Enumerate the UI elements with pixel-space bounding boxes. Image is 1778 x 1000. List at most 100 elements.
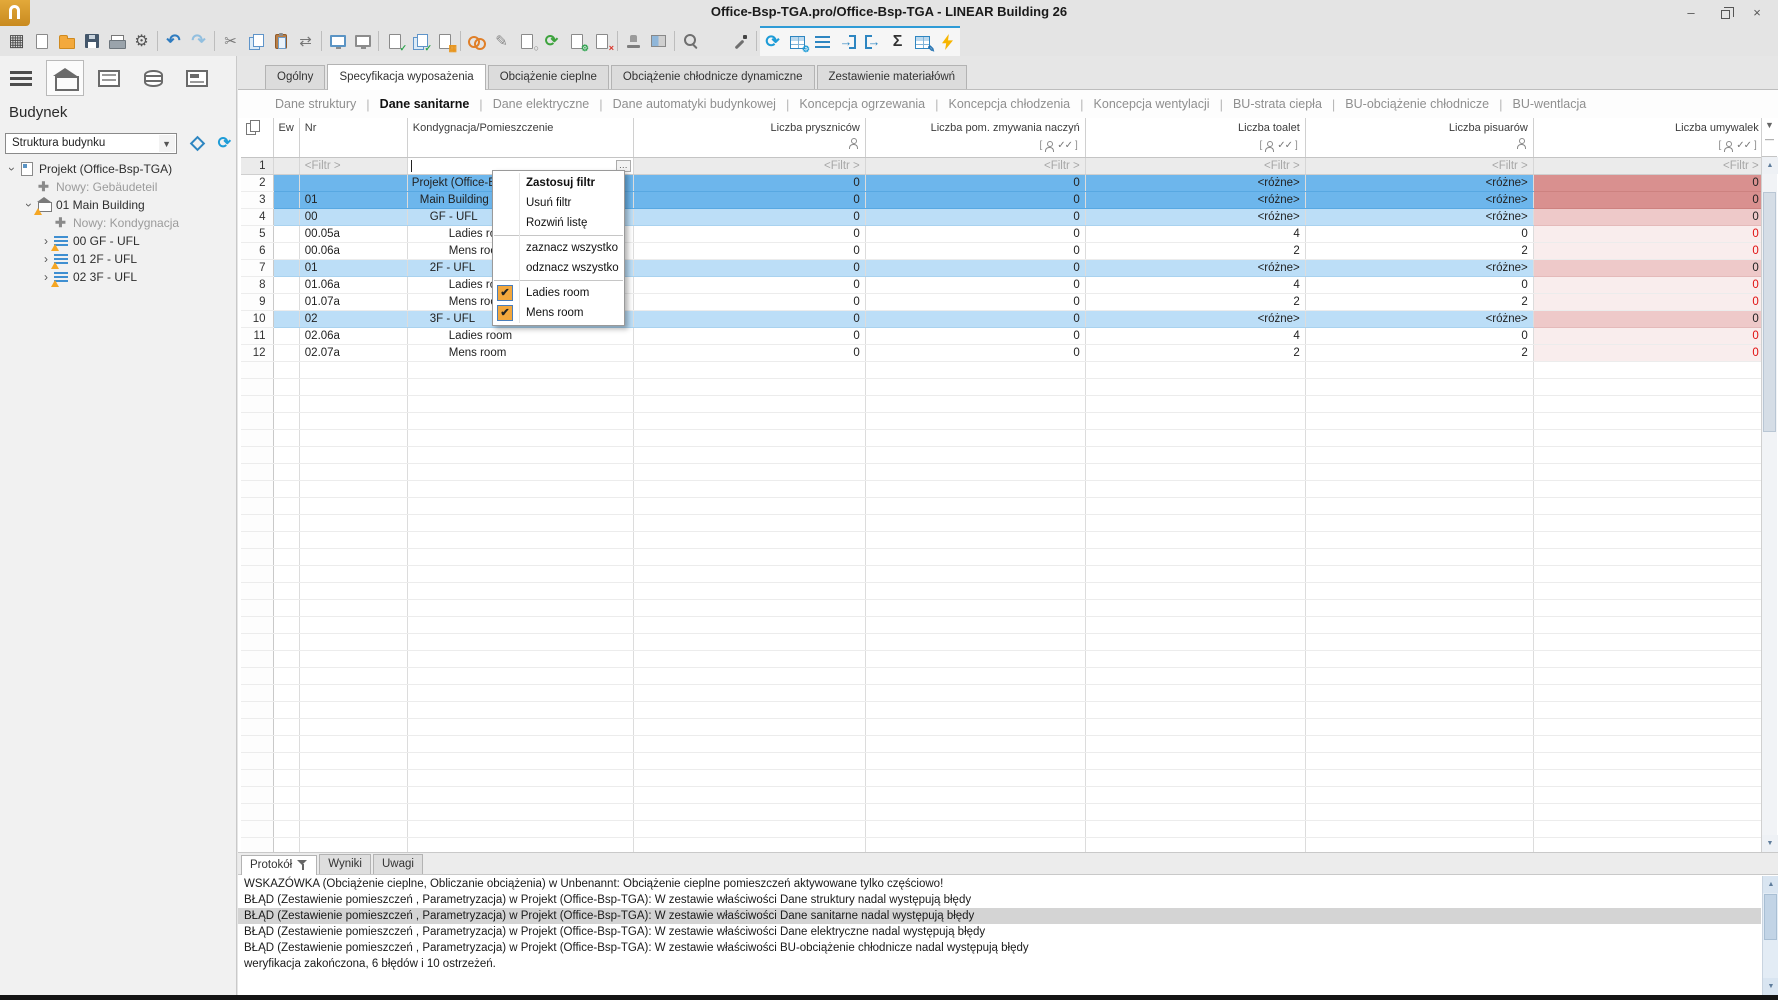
cell-nr[interactable]: 02.07a <box>299 344 408 362</box>
minimize-button[interactable]: – <box>1676 4 1706 22</box>
cell-value[interactable]: <różne> <box>1085 310 1306 328</box>
menu-icon[interactable] <box>2 60 40 96</box>
chevron-down-icon[interactable]: ▼ <box>158 134 175 152</box>
menu-item-odznacz-wszystko[interactable]: odznacz wszystko <box>493 258 624 278</box>
link-icon[interactable] <box>464 28 489 54</box>
log-scrollbar-thumb[interactable] <box>1764 894 1777 940</box>
log-line[interactable]: weryfikacja zakończona, 6 błędów i 10 os… <box>238 956 1761 972</box>
tab-obci-enie-cieplne[interactable]: Obciążenie cieplne <box>487 65 609 89</box>
grid-scrollbar[interactable]: ▼ — ▲ ▼ <box>1761 118 1778 852</box>
cell-ew[interactable] <box>273 174 300 192</box>
refresh-data-icon[interactable]: ⟳ <box>760 29 785 55</box>
cell-value[interactable]: 0 <box>1533 344 1765 362</box>
menu-item-ladies-room[interactable]: ✔ Ladies room <box>493 283 624 303</box>
tree-item[interactable]: › 00 GF - UFL <box>0 232 236 251</box>
log-scrollbar[interactable]: ▲ ▼ <box>1762 876 1778 995</box>
filter-cell-ew[interactable] <box>273 157 300 175</box>
subtab-bu-wentlacja[interactable]: BU-wentlacja <box>1503 97 1597 111</box>
cell-kondygnacja[interactable]: Ladies room <box>407 327 634 345</box>
cell-ew[interactable] <box>273 327 300 345</box>
cell-value[interactable]: 0 <box>865 242 1086 260</box>
cell-value[interactable]: <różne> <box>1305 310 1534 328</box>
structure-settings-icon[interactable] <box>185 130 210 156</box>
cell-ew[interactable] <box>273 225 300 243</box>
cell-kondygnacja[interactable]: Mens room <box>407 344 634 362</box>
cell-value[interactable]: 0 <box>1305 225 1534 243</box>
structure-select[interactable]: Struktura budynku ▼ <box>5 132 177 154</box>
cell-ew[interactable] <box>273 208 300 226</box>
cell-nr[interactable] <box>299 174 408 192</box>
row-number[interactable]: 5 <box>241 225 274 243</box>
filter-cell-c2[interactable]: <Filtr > <box>865 157 1086 175</box>
column-header-c2[interactable]: Liczba pom. zmywania naczyń [✓✓] <box>865 118 1086 158</box>
log-scroll-down-icon[interactable]: ▼ <box>1763 978 1778 995</box>
cell-value[interactable]: 0 <box>1533 327 1765 345</box>
cell-value[interactable]: <różne> <box>1305 259 1534 277</box>
tab-specyfikacja-wyposa-enia[interactable]: Specyfikacja wyposażenia <box>327 64 486 90</box>
cell-value[interactable]: 0 <box>865 259 1086 277</box>
row-number[interactable]: 3 <box>241 191 274 209</box>
cell-value[interactable]: <różne> <box>1305 174 1534 192</box>
filter-cell-c4[interactable]: <Filtr > <box>1305 157 1534 175</box>
cell-value[interactable]: 0 <box>1533 259 1765 277</box>
doc-search-icon[interactable]: ○ <box>514 28 539 54</box>
cell-value[interactable]: 0 <box>1533 310 1765 328</box>
room-list-icon[interactable] <box>90 60 128 96</box>
cell-ew[interactable] <box>273 344 300 362</box>
doc-calc-icon[interactable]: ▦ <box>432 28 457 54</box>
save-icon[interactable] <box>79 28 104 54</box>
subtab-dane-sanitarne[interactable]: Dane sanitarne <box>370 97 480 111</box>
new-file-icon[interactable] <box>29 28 54 54</box>
cell-value[interactable]: 0 <box>1533 242 1765 260</box>
cell-value[interactable]: <różne> <box>1085 191 1306 209</box>
cell-ew[interactable] <box>273 191 300 209</box>
cut-icon[interactable]: ✂ <box>218 28 243 54</box>
log-tab-uwagi[interactable]: Uwagi <box>372 854 423 874</box>
cell-value[interactable]: 0 <box>633 259 866 277</box>
building-view-icon[interactable] <box>46 60 84 96</box>
cell-value[interactable]: 0 <box>1305 276 1534 294</box>
tree-item[interactable]: › Projekt (Office-Bsp-TGA) <box>0 160 236 178</box>
column-header-c3[interactable]: Liczba toalet [✓✓] <box>1085 118 1306 158</box>
subtab-dane-automatyki-budynkowej[interactable]: Dane automatyki budynkowej <box>603 97 786 111</box>
row-number[interactable]: 11 <box>241 327 274 345</box>
scroll-up-icon[interactable]: ▲ <box>1762 157 1778 174</box>
cell-nr[interactable]: 01.07a <box>299 293 408 311</box>
log-line[interactable]: BŁĄD (Zestawienie pomieszczeń , Parametr… <box>238 908 1761 924</box>
subtab-koncepcja-wentylacji[interactable]: Koncepcja wentylacji <box>1084 97 1220 111</box>
paste-icon[interactable] <box>268 28 293 54</box>
cell-value[interactable]: 0 <box>633 310 866 328</box>
log-line[interactable]: BŁĄD (Zestawienie pomieszczeń , Parametr… <box>238 892 1761 908</box>
cell-value[interactable]: 2 <box>1305 293 1534 311</box>
cell-value[interactable]: 0 <box>1533 293 1765 311</box>
window-forward-icon[interactable] <box>350 28 375 54</box>
filter-cell-c1[interactable]: <Filtr > <box>633 157 866 175</box>
docs-check-icon[interactable]: ✓ <box>407 28 432 54</box>
column-header-c4[interactable]: Liczba pisuarów <box>1305 118 1534 158</box>
cell-value[interactable]: 2 <box>1305 242 1534 260</box>
subtab-bu-obci-enie-ch-odnicze[interactable]: BU-obciążenie chłodnicze <box>1335 97 1499 111</box>
menu-item-usu-filtr[interactable]: Usuń filtr <box>493 193 624 213</box>
cell-value[interactable]: 0 <box>1305 327 1534 345</box>
tree-item[interactable]: › 01 Main Building <box>0 196 236 215</box>
window-back-icon[interactable] <box>325 28 350 54</box>
data-tables-icon[interactable] <box>134 60 172 96</box>
cell-ew[interactable] <box>273 276 300 294</box>
cell-nr[interactable]: 00.06a <box>299 242 408 260</box>
tree-expander-icon[interactable]: › <box>5 163 19 175</box>
log-tab-protok-[interactable]: Protokół <box>241 855 318 875</box>
open-folder-icon[interactable] <box>54 28 79 54</box>
report-view-icon[interactable] <box>178 60 216 96</box>
doc-check-icon[interactable]: ✓ <box>382 28 407 54</box>
log-scroll-up-icon[interactable]: ▲ <box>1763 876 1778 893</box>
cell-value[interactable]: 0 <box>1533 191 1765 209</box>
cell-value[interactable]: <różne> <box>1305 208 1534 226</box>
edit-pencil-icon[interactable]: ✎ <box>489 28 514 54</box>
checkbox-checked-icon[interactable]: ✔ <box>497 305 513 321</box>
column-header-c5[interactable]: Liczba umywalek [✓✓] <box>1533 118 1765 158</box>
cell-nr[interactable]: 01 <box>299 259 408 277</box>
print-icon[interactable] <box>104 28 129 54</box>
row-number[interactable]: 12 <box>241 344 274 362</box>
table-options-icon[interactable]: ⚙ <box>785 29 810 55</box>
row-number[interactable]: 8 <box>241 276 274 294</box>
